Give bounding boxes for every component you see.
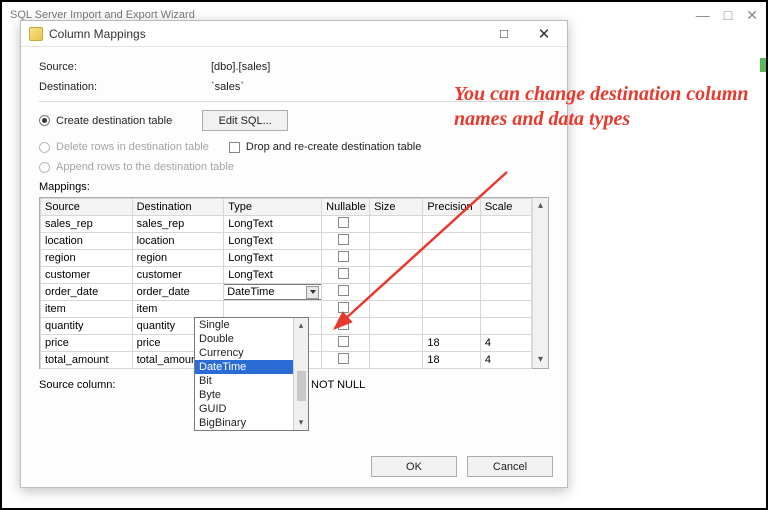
scroll-thumb[interactable]: [297, 371, 306, 401]
col-type[interactable]: Type: [224, 199, 322, 216]
scroll-down-icon[interactable]: ▾: [299, 417, 304, 428]
scroll-down-icon[interactable]: ▾: [538, 355, 543, 365]
close-icon[interactable]: ✕: [746, 8, 758, 22]
annotation-text: You can change destination column names …: [454, 82, 764, 132]
nullable-checkbox[interactable]: [338, 353, 349, 364]
dropdown-scrollbar[interactable]: ▴ ▾: [293, 318, 308, 430]
col-source[interactable]: Source: [41, 199, 133, 216]
col-destination[interactable]: Destination: [132, 199, 224, 216]
mappings-label: Mappings:: [39, 181, 549, 193]
table-row[interactable]: locationlocationLongText: [41, 233, 532, 250]
chevron-down-icon[interactable]: [306, 286, 319, 299]
dropdown-option[interactable]: Single: [195, 318, 293, 332]
type-select[interactable]: DateTime: [224, 284, 322, 300]
background-accent: [760, 58, 766, 72]
col-scale[interactable]: Scale: [480, 199, 531, 216]
dropdown-option[interactable]: Currency: [195, 346, 293, 360]
dialog-icon: [29, 27, 43, 41]
nullable-checkbox[interactable]: [338, 234, 349, 245]
nullable-checkbox[interactable]: [338, 319, 349, 330]
edit-sql-button[interactable]: Edit SQL...: [202, 110, 288, 131]
scroll-up-icon[interactable]: ▴: [538, 201, 543, 211]
dropdown-option[interactable]: Byte: [195, 388, 293, 402]
dropdown-option[interactable]: GUID: [195, 402, 293, 416]
table-row[interactable]: order_dateorder_dateDateTime: [41, 284, 532, 301]
create-table-radio[interactable]: Create destination table: [39, 115, 172, 127]
table-row[interactable]: customercustomerLongText: [41, 267, 532, 284]
type-dropdown[interactable]: SingleDoubleCurrencyDateTimeBitByteGUIDB…: [194, 317, 309, 431]
cancel-button[interactable]: Cancel: [467, 456, 553, 477]
ok-button[interactable]: OK: [371, 456, 457, 477]
append-rows-radio: Append rows to the destination table: [39, 161, 549, 173]
dialog-titlebar: Column Mappings □ ✕: [21, 21, 567, 47]
nullable-checkbox[interactable]: [338, 217, 349, 228]
col-nullable[interactable]: Nullable: [322, 199, 370, 216]
source-column-label: Source column:: [39, 379, 211, 391]
parent-window-controls: — □ ✕: [696, 8, 758, 22]
source-label: Source:: [39, 61, 211, 73]
table-row[interactable]: itemitem: [41, 301, 532, 318]
table-row[interactable]: regionregionLongText: [41, 250, 532, 267]
dialog-maximize-icon[interactable]: □: [487, 24, 521, 44]
source-column-value: NOT NULL: [311, 379, 365, 391]
drop-recreate-checkbox[interactable]: Drop and re-create destination table: [229, 141, 422, 153]
dropdown-option[interactable]: BigBinary: [195, 416, 293, 430]
col-size[interactable]: Size: [370, 199, 423, 216]
nullable-checkbox[interactable]: [338, 251, 349, 262]
dialog-close-icon[interactable]: ✕: [527, 24, 561, 44]
dialog-title: Column Mappings: [49, 27, 146, 41]
minimize-icon[interactable]: —: [696, 8, 710, 22]
nullable-checkbox[interactable]: [338, 302, 349, 313]
source-value: [dbo].[sales]: [211, 61, 270, 73]
maximize-icon[interactable]: □: [724, 8, 732, 22]
table-row[interactable]: sales_repsales_repLongText: [41, 216, 532, 233]
destination-value: `sales`: [211, 81, 244, 93]
scroll-up-icon[interactable]: ▴: [299, 320, 304, 331]
delete-rows-radio: Delete rows in destination table: [39, 141, 209, 153]
nullable-checkbox[interactable]: [338, 268, 349, 279]
table-scrollbar[interactable]: ▴ ▾: [532, 198, 548, 368]
dropdown-option[interactable]: DateTime: [195, 360, 293, 374]
nullable-checkbox[interactable]: [338, 336, 349, 347]
nullable-checkbox[interactable]: [338, 285, 349, 296]
dropdown-option[interactable]: Bit: [195, 374, 293, 388]
destination-label: Destination:: [39, 81, 211, 93]
col-precision[interactable]: Precision: [423, 199, 481, 216]
dropdown-option[interactable]: Double: [195, 332, 293, 346]
